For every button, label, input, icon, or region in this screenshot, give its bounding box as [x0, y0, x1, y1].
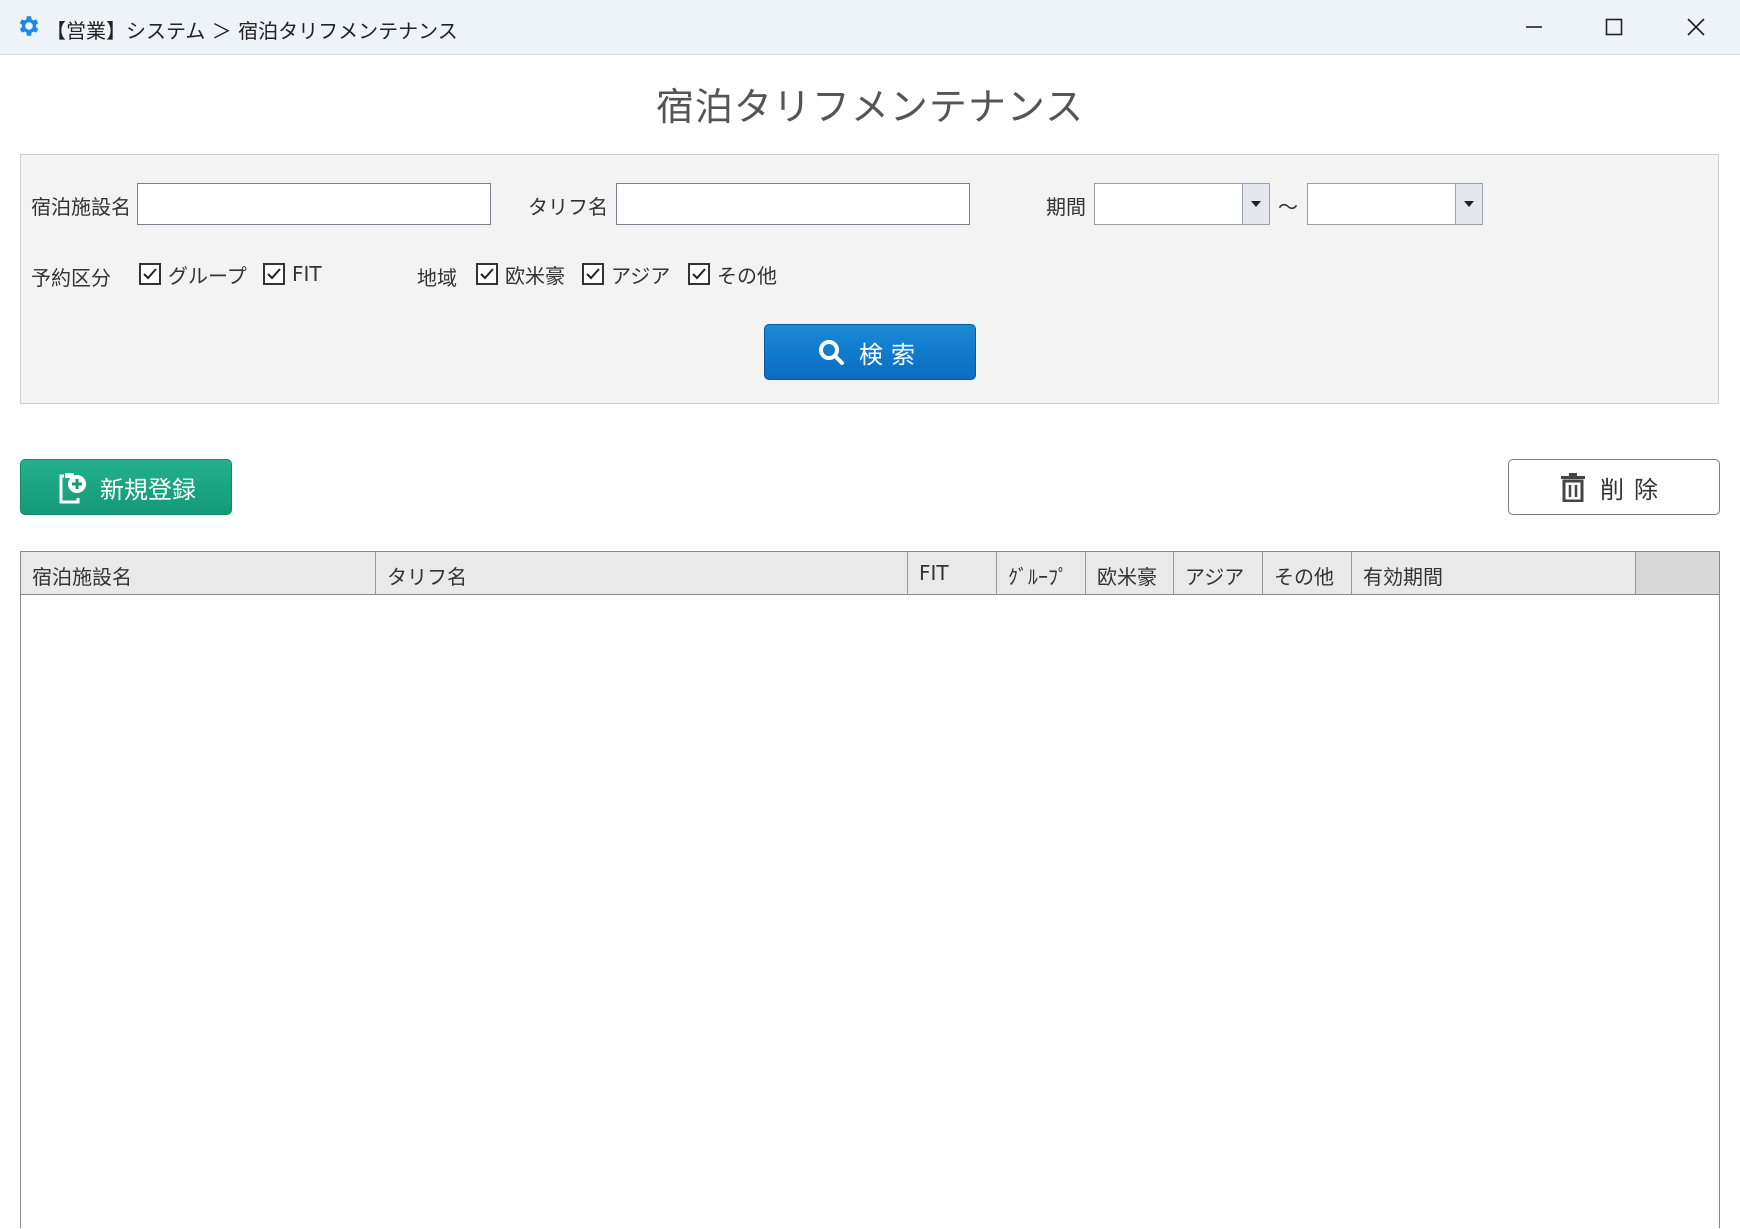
trash-icon — [1561, 473, 1585, 502]
checkbox-box[interactable] — [582, 263, 604, 285]
checkbox-label: FIT — [292, 262, 322, 286]
checkbox-other[interactable]: その他 — [688, 260, 777, 288]
facility-name-input[interactable] — [137, 183, 491, 225]
delete-label: 削除 — [1600, 475, 1668, 504]
new-registration-button[interactable]: 新規登録 — [20, 459, 232, 515]
check-icon — [267, 268, 281, 280]
check-icon — [692, 268, 706, 280]
search-icon — [819, 340, 844, 365]
facility-label: 宿泊施設名 — [31, 195, 131, 219]
close-button[interactable] — [1674, 8, 1718, 46]
chevron-down-icon — [1251, 201, 1261, 207]
check-icon — [143, 268, 157, 280]
checkbox-box[interactable] — [139, 263, 161, 285]
checkbox-label: グループ — [168, 263, 247, 288]
checkbox-label: アジア — [611, 263, 671, 288]
grid-body — [21, 595, 1719, 1229]
period-separator: ～ — [1278, 195, 1298, 219]
grid-header-filler — [1636, 552, 1719, 594]
minimize-button[interactable] — [1512, 8, 1556, 46]
checkbox-box[interactable] — [263, 263, 285, 285]
period-from-select[interactable] — [1094, 183, 1270, 225]
window-title: 【営業】システム ＞ 宿泊タリフメンテナンス — [46, 19, 458, 43]
results-grid[interactable]: 宿泊施設名 タリフ名 FIT ｸﾞﾙｰﾌﾟ 欧米豪 アジア その他 有効期間 — [20, 551, 1720, 1228]
maximize-button[interactable] — [1592, 8, 1636, 46]
page-title: 宿泊タリフメンテナンス — [655, 85, 1085, 129]
new-registration-label: 新規登録 — [100, 475, 196, 504]
column-header-western[interactable]: 欧米豪 — [1086, 552, 1174, 594]
column-header-group[interactable]: ｸﾞﾙｰﾌﾟ — [997, 552, 1086, 594]
gear-icon — [19, 16, 39, 36]
checkbox-western[interactable]: 欧米豪 — [476, 260, 565, 288]
search-button-label: 検索 — [859, 340, 923, 369]
column-header-tariff[interactable]: タリフ名 — [376, 552, 908, 594]
checkbox-asia[interactable]: アジア — [582, 260, 670, 288]
chevron-down-icon — [1464, 201, 1474, 207]
checkbox-label: 欧米豪 — [505, 263, 565, 288]
maximize-icon — [1605, 18, 1623, 36]
period-to-dropdown[interactable] — [1455, 184, 1482, 224]
column-header-fit[interactable]: FIT — [908, 552, 997, 594]
delete-button[interactable]: 削除 — [1508, 459, 1720, 515]
grid-header: 宿泊施設名 タリフ名 FIT ｸﾞﾙｰﾌﾟ 欧米豪 アジア その他 有効期間 — [21, 552, 1719, 595]
checkbox-label: その他 — [717, 263, 777, 288]
tariff-label: タリフ名 — [528, 195, 608, 219]
period-from-dropdown[interactable] — [1242, 184, 1269, 224]
checkbox-box[interactable] — [688, 263, 710, 285]
checkbox-group[interactable]: グループ — [139, 260, 247, 288]
checkbox-fit[interactable]: FIT — [263, 260, 322, 288]
column-header-other[interactable]: その他 — [1263, 552, 1352, 594]
check-icon — [480, 268, 494, 280]
reservation-type-label: 予約区分 — [31, 266, 111, 290]
check-icon — [586, 268, 600, 280]
region-label: 地域 — [417, 266, 457, 290]
window-titlebar: 【営業】システム ＞ 宿泊タリフメンテナンス — [0, 0, 1740, 55]
minimize-icon — [1526, 26, 1542, 28]
column-header-valid-period[interactable]: 有効期間 — [1352, 552, 1636, 594]
checkbox-box[interactable] — [476, 263, 498, 285]
period-to-select[interactable] — [1307, 183, 1483, 225]
column-header-facility[interactable]: 宿泊施設名 — [21, 552, 376, 594]
tariff-name-input[interactable] — [616, 183, 970, 225]
period-label: 期間 — [1046, 195, 1086, 219]
search-button[interactable]: 検索 — [764, 324, 976, 380]
column-header-asia[interactable]: アジア — [1174, 552, 1263, 594]
close-icon — [1687, 18, 1705, 36]
clipboard-add-icon — [59, 473, 86, 504]
